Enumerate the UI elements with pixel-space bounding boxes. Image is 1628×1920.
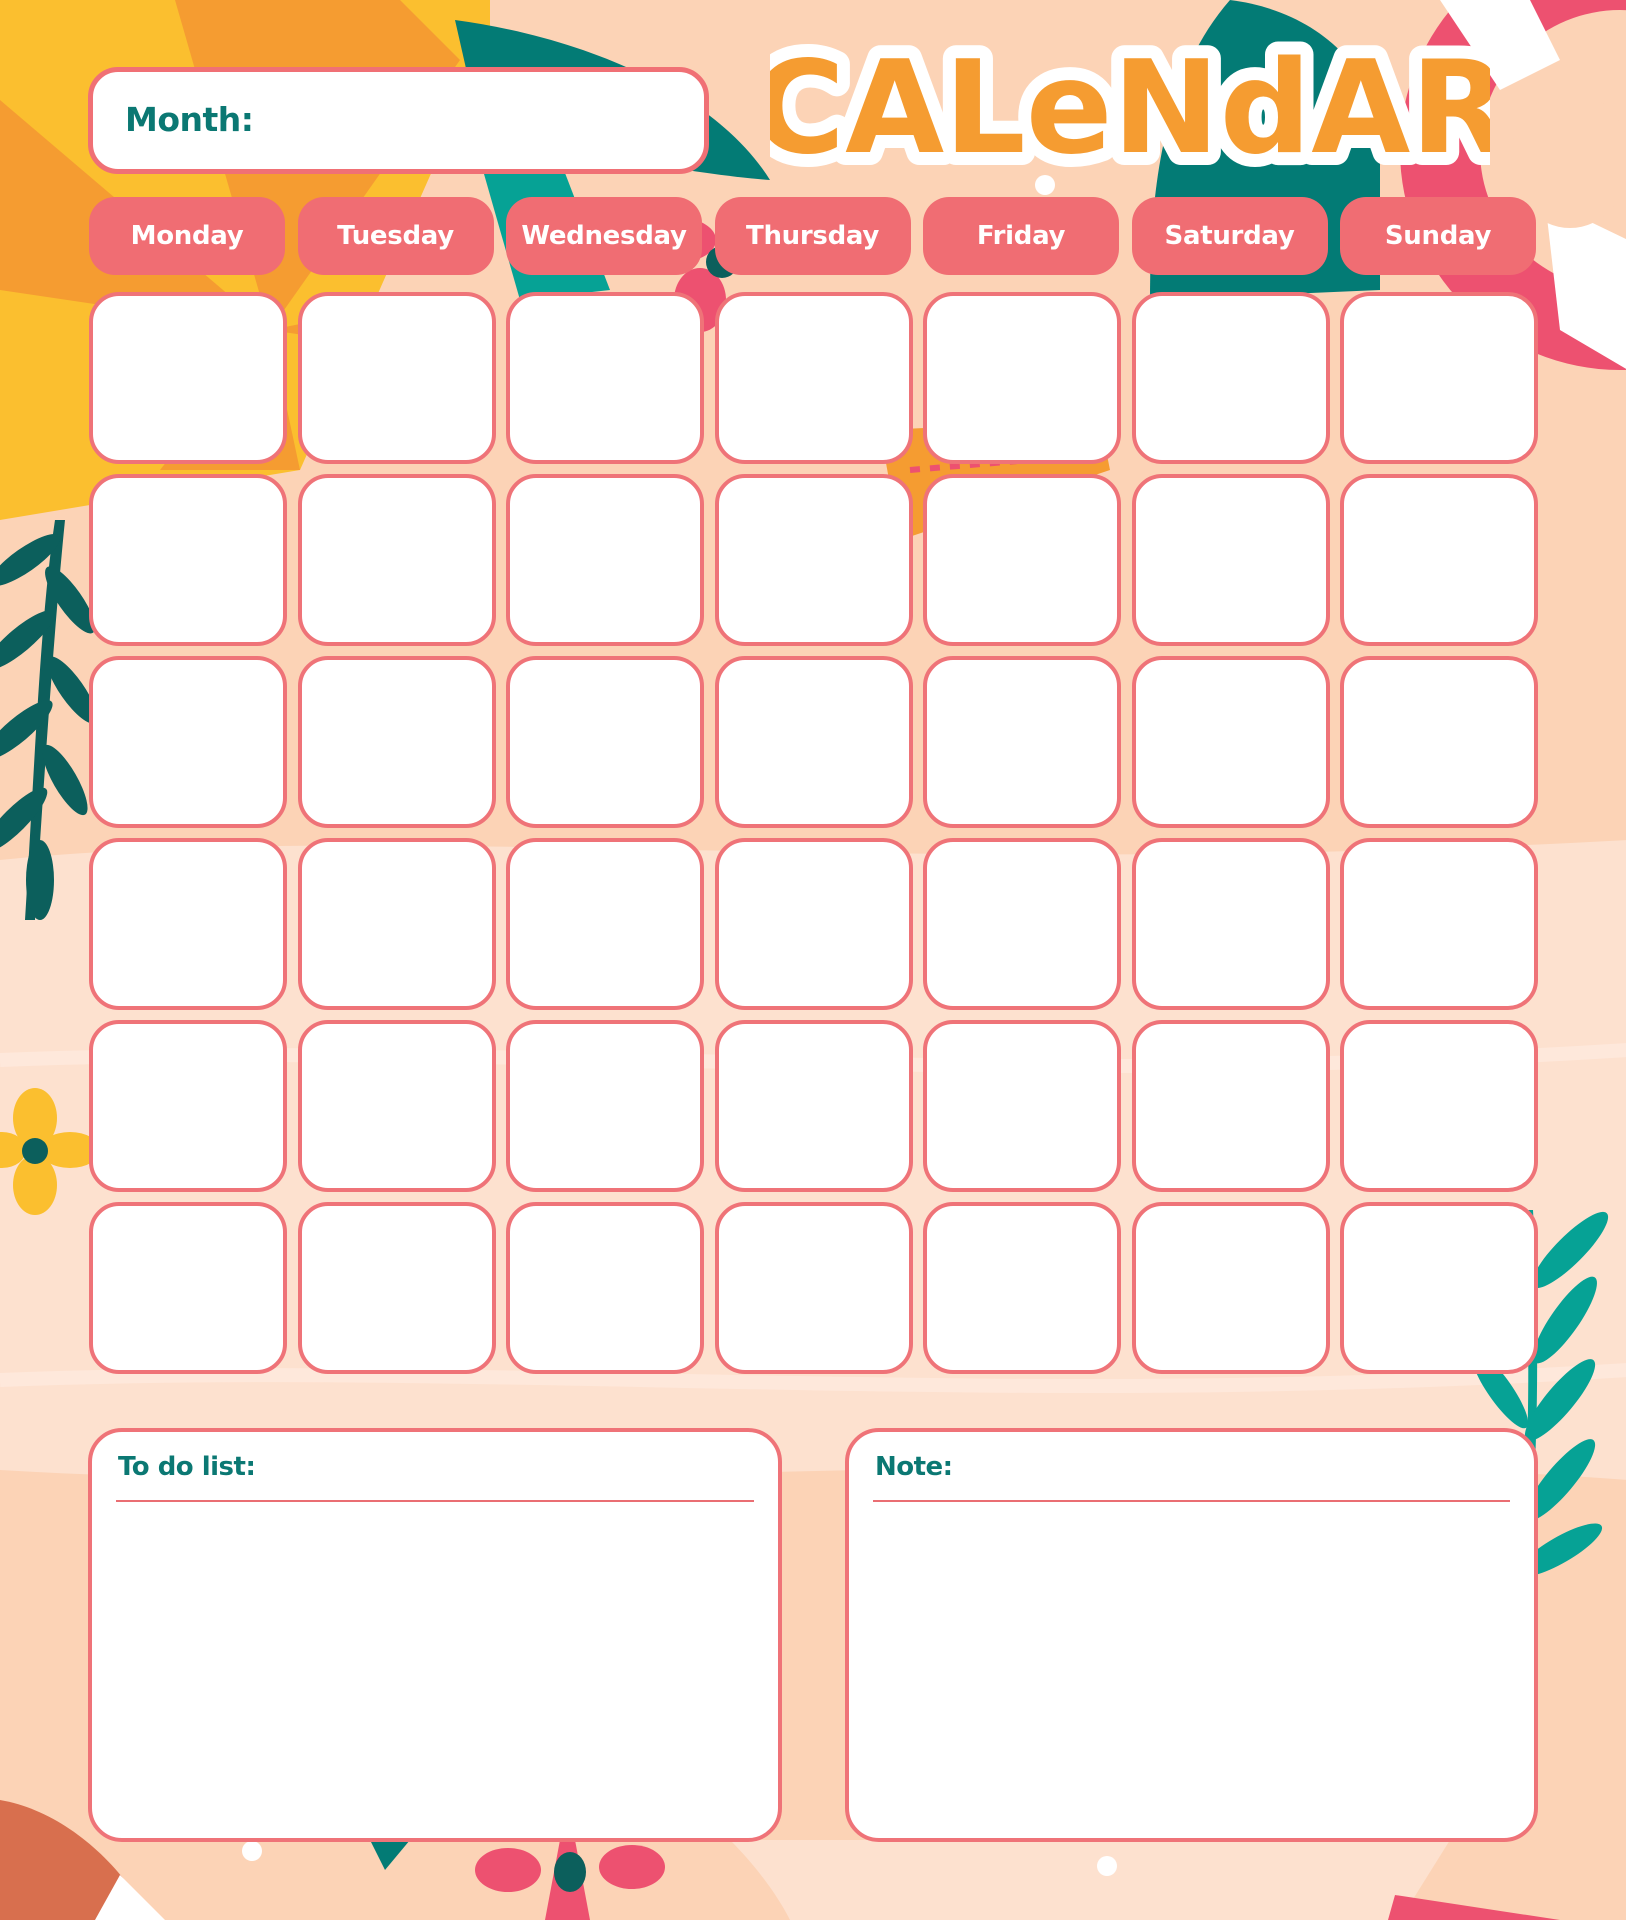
day-cell[interactable]	[89, 838, 287, 1010]
pink-shape-bottom-right	[1388, 1895, 1560, 1920]
day-cell[interactable]	[1340, 474, 1538, 646]
day-cell[interactable]	[714, 656, 913, 828]
day-cell[interactable]	[506, 1202, 704, 1374]
weekday-header-tuesday: Tuesday	[297, 197, 494, 275]
month-label: Month:	[125, 100, 254, 139]
day-cell[interactable]	[923, 1202, 1121, 1374]
day-cell[interactable]	[89, 474, 287, 646]
day-cell[interactable]	[1340, 1202, 1538, 1374]
day-cell[interactable]	[506, 656, 704, 828]
day-cell[interactable]	[89, 1020, 287, 1192]
day-cell[interactable]	[506, 1020, 704, 1192]
title-text: CALeNdAR	[770, 34, 1490, 183]
note-divider	[873, 1500, 1510, 1502]
day-cell[interactable]	[1131, 292, 1330, 464]
bubble	[242, 1841, 262, 1861]
day-cell[interactable]	[297, 1020, 496, 1192]
day-cell[interactable]	[923, 292, 1121, 464]
day-cell[interactable]	[923, 474, 1121, 646]
day-cell[interactable]	[1340, 292, 1538, 464]
weekday-header-thursday: Thursday	[714, 197, 911, 275]
day-cell[interactable]	[714, 292, 913, 464]
day-cell[interactable]	[1131, 656, 1330, 828]
day-cell[interactable]	[1131, 1020, 1330, 1192]
bubble	[1097, 1856, 1117, 1876]
day-cell[interactable]	[714, 1020, 913, 1192]
weekday-header-saturday: Saturday	[1131, 197, 1328, 275]
day-cell[interactable]	[89, 1202, 287, 1374]
weekday-header-wednesday: Wednesday	[506, 197, 702, 275]
day-cell[interactable]	[714, 838, 913, 1010]
day-cell[interactable]	[297, 292, 496, 464]
pink-flower-bottom	[475, 1840, 665, 1920]
note-label: Note:	[875, 1452, 953, 1482]
day-cell[interactable]	[923, 656, 1121, 828]
day-cell[interactable]	[1131, 1202, 1330, 1374]
day-cell[interactable]	[506, 838, 704, 1010]
day-cell[interactable]	[297, 1202, 496, 1374]
day-cell[interactable]	[1131, 474, 1330, 646]
day-cell[interactable]	[714, 1202, 913, 1374]
day-cell[interactable]	[1131, 838, 1330, 1010]
day-cell[interactable]	[1340, 838, 1538, 1010]
day-cell[interactable]	[297, 474, 496, 646]
todo-list-label: To do list:	[118, 1452, 256, 1482]
day-cell[interactable]	[1340, 656, 1538, 828]
weekday-header-friday: Friday	[923, 197, 1119, 275]
day-cell[interactable]	[89, 656, 287, 828]
day-cell[interactable]	[89, 292, 287, 464]
day-cell[interactable]	[1340, 1020, 1538, 1192]
note-panel[interactable]: Note:	[845, 1428, 1538, 1842]
calendar-title: CALeNdAR CALeNdAR	[770, 34, 1490, 184]
light-patch	[730, 1840, 1450, 1920]
day-cell[interactable]	[923, 838, 1121, 1010]
day-cell[interactable]	[297, 656, 496, 828]
day-cell[interactable]	[714, 474, 913, 646]
weekday-header-sunday: Sunday	[1340, 197, 1536, 275]
teal-leaf-tip	[370, 1840, 410, 1870]
todo-list-panel[interactable]: To do list:	[88, 1428, 782, 1842]
day-cell[interactable]	[297, 838, 496, 1010]
day-cell[interactable]	[923, 1020, 1121, 1192]
day-cell[interactable]	[506, 292, 704, 464]
todo-divider	[116, 1500, 754, 1502]
weekday-header-monday: Monday	[89, 197, 285, 275]
day-cell[interactable]	[506, 474, 704, 646]
month-field[interactable]: Month:	[88, 67, 709, 174]
